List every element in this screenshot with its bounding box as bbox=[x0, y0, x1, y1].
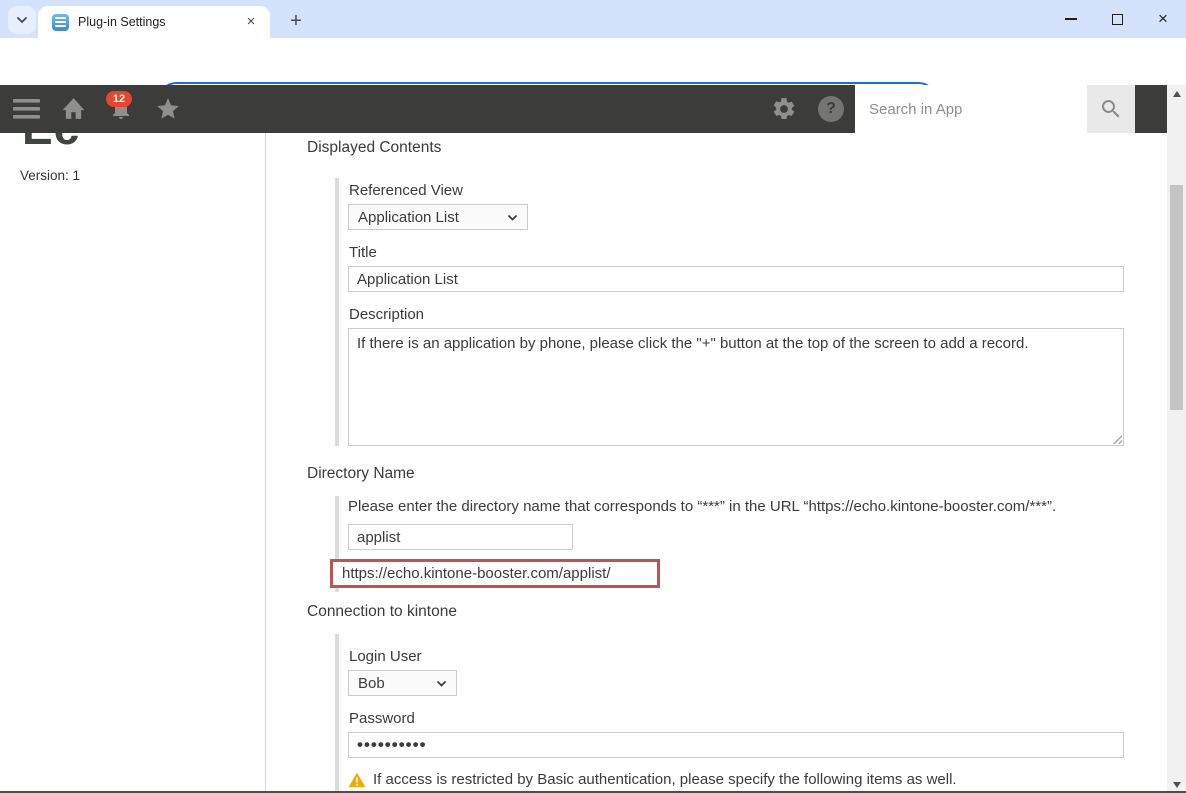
warning-icon bbox=[348, 772, 366, 787]
directory-input[interactable] bbox=[348, 524, 573, 550]
new-tab-button[interactable]: + bbox=[282, 7, 310, 35]
star-icon bbox=[157, 98, 179, 119]
tab-close-icon[interactable]: × bbox=[242, 13, 260, 31]
chevron-down-icon bbox=[507, 214, 518, 221]
displayed-contents-group: Referenced View Application List Title D… bbox=[335, 178, 1124, 446]
chevron-down-icon bbox=[16, 11, 28, 29]
result-url-text: https://echo.kintone-booster.com/applist… bbox=[342, 565, 611, 582]
browser-tab[interactable]: Plug-in Settings × bbox=[38, 6, 270, 38]
section-heading-connection: Connection to kintone bbox=[307, 603, 457, 620]
search-button[interactable] bbox=[1087, 85, 1135, 133]
settings-form: Displayed Contents Referenced View Appli… bbox=[266, 133, 1167, 793]
search-icon bbox=[1101, 99, 1120, 118]
help-button[interactable]: ? bbox=[815, 85, 847, 133]
login-user-select[interactable]: Bob bbox=[348, 670, 457, 696]
referenced-view-label: Referenced View bbox=[349, 182, 463, 199]
maximize-icon bbox=[1111, 13, 1123, 25]
plugin-settings-page: Ec Version: 1 Displayed Contents Referen… bbox=[0, 133, 1167, 793]
plugin-name-clipped: Ec bbox=[22, 133, 265, 153]
section-heading-directory-name: Directory Name bbox=[307, 465, 415, 482]
window-maximize-button[interactable] bbox=[1094, 0, 1140, 38]
login-user-label: Login User bbox=[349, 648, 422, 665]
tab-search-button[interactable] bbox=[8, 6, 36, 34]
title-label: Title bbox=[349, 244, 377, 261]
search-input[interactable] bbox=[855, 85, 1087, 133]
question-icon: ? bbox=[818, 96, 844, 122]
directory-helper-text: Please enter the directory name that cor… bbox=[348, 498, 1057, 515]
title-input[interactable] bbox=[348, 266, 1124, 292]
plugin-version: Version: 1 bbox=[20, 168, 81, 183]
basic-auth-warning: If access is restricted by Basic authent… bbox=[348, 771, 1124, 788]
description-textarea[interactable]: If there is an application by phone, ple… bbox=[348, 328, 1124, 446]
home-icon bbox=[62, 98, 84, 119]
description-label: Description bbox=[349, 306, 425, 323]
notification-badge: 12 bbox=[106, 91, 132, 107]
favorites-button[interactable] bbox=[152, 85, 184, 133]
settings-button[interactable] bbox=[768, 85, 800, 133]
result-url-highlight: https://echo.kintone-booster.com/applist… bbox=[330, 559, 660, 588]
browser-tabstrip: Plug-in Settings × + × bbox=[0, 0, 1186, 38]
browser-toolbar: pandafirm.cybozu.com/k/admin/app/2522/pl… bbox=[0, 38, 1186, 119]
plugin-list-favicon-icon bbox=[52, 13, 69, 31]
window-controls: × bbox=[1048, 0, 1186, 38]
section-heading-displayed-contents: Displayed Contents bbox=[307, 139, 442, 156]
page-scrollbar[interactable] bbox=[1167, 85, 1186, 793]
window-minimize-button[interactable] bbox=[1048, 0, 1094, 38]
portal-home-button[interactable] bbox=[57, 85, 89, 133]
app-menu-button[interactable] bbox=[10, 85, 42, 133]
tab-title: Plug-in Settings bbox=[78, 15, 166, 29]
chevron-down-icon bbox=[436, 680, 447, 687]
scrollbar-thumb[interactable] bbox=[1170, 185, 1183, 410]
window-close-button[interactable]: × bbox=[1140, 0, 1186, 38]
referenced-view-select[interactable]: Application List bbox=[348, 204, 528, 230]
connection-group: Login User Bob Password If access is res… bbox=[335, 634, 1124, 793]
minimize-icon bbox=[1065, 18, 1077, 20]
warning-text: If access is restricted by Basic authent… bbox=[373, 771, 957, 788]
hamburger-icon bbox=[12, 99, 40, 119]
plugin-sidebar: Ec Version: 1 bbox=[0, 133, 266, 793]
password-label: Password bbox=[349, 710, 415, 727]
triangle-down-icon bbox=[1172, 781, 1181, 788]
triangle-up-icon bbox=[1172, 90, 1181, 97]
scrollbar-up-arrow[interactable] bbox=[1167, 85, 1186, 102]
password-input[interactable] bbox=[348, 732, 1124, 758]
gear-icon bbox=[773, 98, 795, 120]
